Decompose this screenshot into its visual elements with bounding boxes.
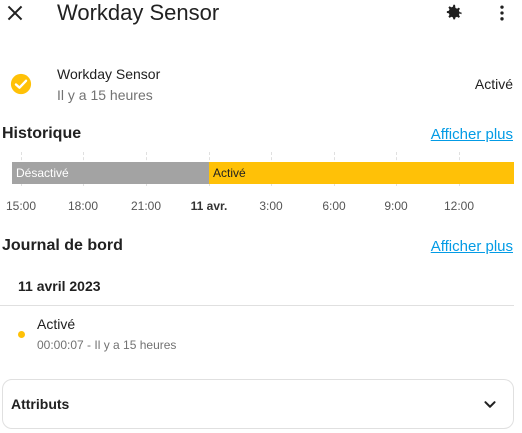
timeline-tick-label: 12:00: [443, 199, 475, 213]
logbook-show-more-link[interactable]: Afficher plus: [431, 237, 513, 257]
entity-state-value: Activé: [474, 76, 513, 92]
check-circle-icon: [10, 73, 32, 95]
logbook-date: 11 avril 2023: [18, 278, 101, 294]
dialog-header: Workday Sensor: [0, 0, 522, 28]
chevron-down-icon: [484, 401, 496, 408]
timeline-tick-label: 3:00: [259, 199, 283, 213]
timeline-segment-off[interactable]: Désactivé: [12, 162, 209, 184]
history-title: Historique: [2, 125, 82, 142]
attributes-label: Attributs: [11, 396, 70, 412]
more-options-button[interactable]: [489, 0, 515, 26]
close-icon: [7, 5, 23, 21]
logbook-title: Journal de bord: [2, 237, 123, 254]
logbook-entry-detail: 00:00:07 - Il y a 15 heures: [37, 338, 177, 352]
entity-name: Workday Sensor: [57, 66, 161, 82]
logbook-entry-state: Activé: [37, 316, 76, 332]
timeline-tick-label: 11 avr.: [190, 199, 228, 213]
close-button[interactable]: [2, 0, 28, 26]
timeline-segment-on[interactable]: Activé: [209, 162, 514, 184]
timeline-tick-label: 18:00: [67, 199, 99, 213]
entity-state-row: Workday Sensor Il y a 15 heures Activé: [0, 60, 522, 108]
timeline-tick-label: 9:00: [384, 199, 408, 213]
history-show-more-link[interactable]: Afficher plus: [431, 125, 513, 145]
timeline-tick-label: 6:00: [322, 199, 346, 213]
last-changed: Il y a 15 heures: [57, 87, 153, 103]
logbook-entry-dot: [18, 331, 25, 338]
more-vertical-icon: [500, 5, 504, 21]
dialog-title: Workday Sensor: [57, 0, 220, 25]
logbook-divider: [0, 305, 514, 306]
timeline-tick-label: 21:00: [130, 199, 162, 213]
gear-icon: [446, 4, 462, 20]
settings-button[interactable]: [441, 0, 467, 26]
history-timeline[interactable]: Désactivé Activé 15:00 18:00 21:00 11 av…: [0, 152, 522, 218]
attributes-expander[interactable]: Attributs: [2, 379, 514, 429]
timeline-tick-label: 15:00: [5, 199, 37, 213]
